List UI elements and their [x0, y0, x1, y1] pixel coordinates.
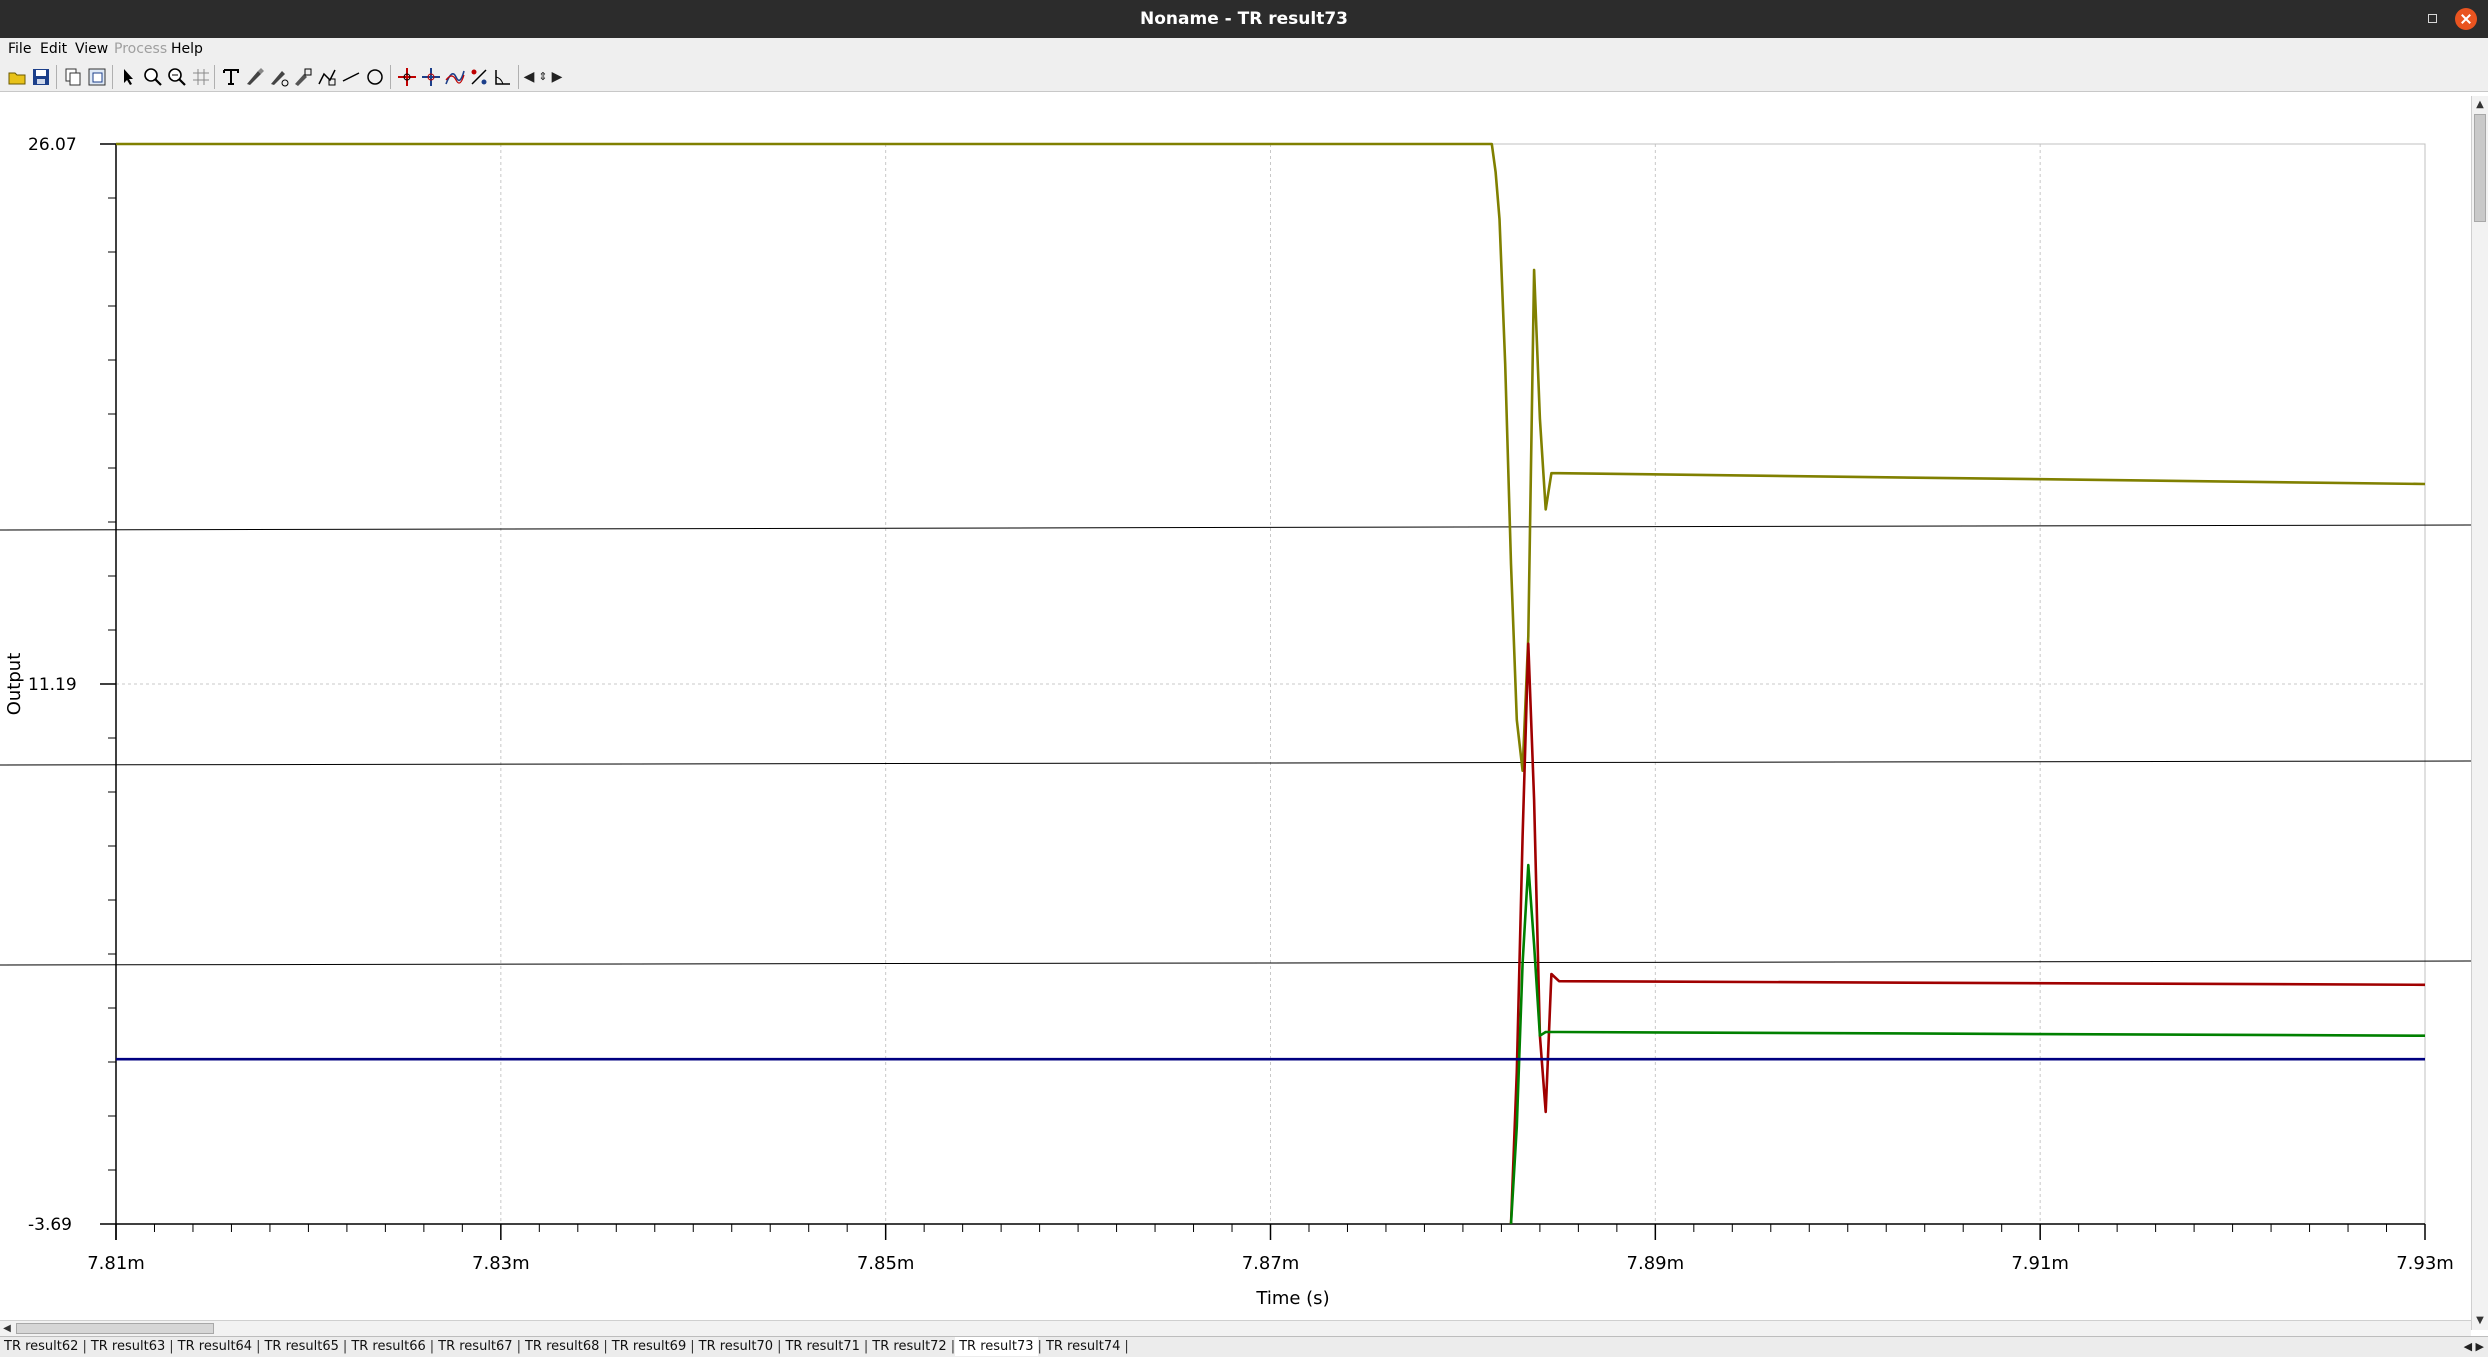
horizontal-scrollbar[interactable]: ◀: [0, 1320, 2471, 1336]
open-folder-icon[interactable]: [6, 66, 28, 88]
menu-bar: File Edit View Process Help: [0, 38, 2488, 60]
marker-style-icon[interactable]: [292, 66, 314, 88]
angle-icon[interactable]: [492, 66, 514, 88]
tab-tr-result69[interactable]: TR result69: [608, 1337, 690, 1356]
tab-tr-result63[interactable]: TR result63: [87, 1337, 169, 1356]
menu-help[interactable]: Help: [171, 41, 203, 57]
tab-tr-result65[interactable]: TR result65: [260, 1337, 342, 1356]
scroll-up-icon[interactable]: ▲: [2472, 98, 2488, 112]
menu-file[interactable]: File: [8, 41, 31, 57]
tab-separator: |: [1124, 1339, 1129, 1354]
close-icon[interactable]: [2455, 8, 2477, 30]
title-bar: Noname - TR result73: [0, 0, 2488, 38]
window-title: Noname - TR result73: [1140, 9, 1348, 29]
scroll-left-icon[interactable]: ◀: [0, 1321, 14, 1336]
vertical-scroll-thumb[interactable]: [2474, 114, 2486, 222]
y-tick-label: 11.19: [28, 675, 77, 695]
tab-tr-result73[interactable]: TR result73: [955, 1337, 1038, 1356]
curve-fit-icon[interactable]: [444, 66, 466, 88]
divider-line: [0, 760, 2471, 766]
x-tick-label: 7.89m: [1627, 1253, 1685, 1274]
toolbar-separator: [56, 65, 57, 89]
tab-tr-result70[interactable]: TR result70: [695, 1337, 777, 1356]
tab-tr-result74[interactable]: TR result74: [1042, 1337, 1124, 1356]
menu-edit[interactable]: Edit: [40, 41, 67, 57]
copy-icon[interactable]: [62, 66, 84, 88]
toolbar-separator: [390, 65, 391, 89]
tab-tr-result71[interactable]: TR result71: [781, 1337, 863, 1356]
polyline-icon[interactable]: [316, 66, 338, 88]
zoom-in-icon[interactable]: [142, 66, 164, 88]
grid-icon[interactable]: [190, 66, 212, 88]
axes: 7.81m 7.83m 7.85m 7.87m 7.89m 7.91m 7.93m 26.07…: [28, 135, 2454, 1274]
divider-line: [0, 524, 2471, 531]
plot-canvas[interactable]: 7.81m 7.83m 7.85m 7.87m 7.89m 7.91m 7.93m 26.07…: [0, 92, 2471, 1320]
divider-line: [0, 960, 2471, 966]
tab-scroll-arrows[interactable]: ◀ ▶: [2463, 1337, 2488, 1356]
x-tick-label: 7.93m: [2396, 1253, 2454, 1274]
copy-image-icon[interactable]: [86, 66, 108, 88]
toolbar: ◀ ⇕ ▶: [0, 60, 2488, 92]
x-tick-label: 7.91m: [2011, 1253, 2069, 1274]
cursor-b-icon[interactable]: [420, 66, 442, 88]
tab-tr-result72[interactable]: TR result72: [868, 1337, 950, 1356]
tab-tr-result66[interactable]: TR result66: [347, 1337, 429, 1356]
tab-tr-result67[interactable]: TR result67: [434, 1337, 516, 1356]
series-line-3: [1509, 863, 2426, 1225]
line-icon[interactable]: [340, 66, 362, 88]
vertical-scrollbar[interactable]: ▲ ▼: [2471, 96, 2488, 1330]
marker-icon[interactable]: [244, 66, 266, 88]
measure-icon[interactable]: [468, 66, 490, 88]
cursor-a-icon[interactable]: [396, 66, 418, 88]
y-tick-label: 26.07: [28, 135, 77, 155]
arrow-updown-icon[interactable]: ⇕: [536, 66, 550, 88]
circle-icon[interactable]: [364, 66, 386, 88]
y-axis-title: Output: [4, 653, 25, 716]
y-tick-label: -3.69: [28, 1215, 72, 1235]
arrow-left-icon[interactable]: ◀: [522, 66, 536, 88]
menu-view[interactable]: View: [75, 41, 108, 57]
x-axis-title: Time (s): [1255, 1288, 1329, 1309]
maximize-icon[interactable]: [2422, 8, 2444, 30]
tab-tr-result62[interactable]: TR result62: [0, 1337, 82, 1356]
menu-process: Process: [114, 41, 168, 57]
marker-edit-icon[interactable]: [268, 66, 290, 88]
grid: [116, 144, 2425, 1224]
x-tick-label: 7.85m: [857, 1253, 915, 1274]
tab-tr-result64[interactable]: TR result64: [174, 1337, 256, 1356]
x-tick-label: 7.81m: [87, 1253, 145, 1274]
toolbar-separator: [214, 65, 215, 89]
save-icon[interactable]: [30, 66, 52, 88]
scroll-down-icon[interactable]: ▼: [2472, 1314, 2488, 1328]
horizontal-scroll-thumb[interactable]: [16, 1323, 214, 1334]
toolbar-separator: [518, 65, 519, 89]
x-tick-label: 7.83m: [472, 1253, 530, 1274]
tab-tr-result68[interactable]: TR result68: [521, 1337, 603, 1356]
zoom-fit-icon[interactable]: [166, 66, 188, 88]
result-tab-bar: TR result62 | TR result63 | TR result64 | TR r…: [0, 1336, 2488, 1357]
x-tick-label: 7.87m: [1242, 1253, 1300, 1274]
toolbar-separator: [112, 65, 113, 89]
arrow-right-icon[interactable]: ▶: [550, 66, 564, 88]
pointer-icon[interactable]: [118, 66, 140, 88]
series-line-2: [1509, 642, 2426, 1225]
text-icon[interactable]: [220, 66, 242, 88]
